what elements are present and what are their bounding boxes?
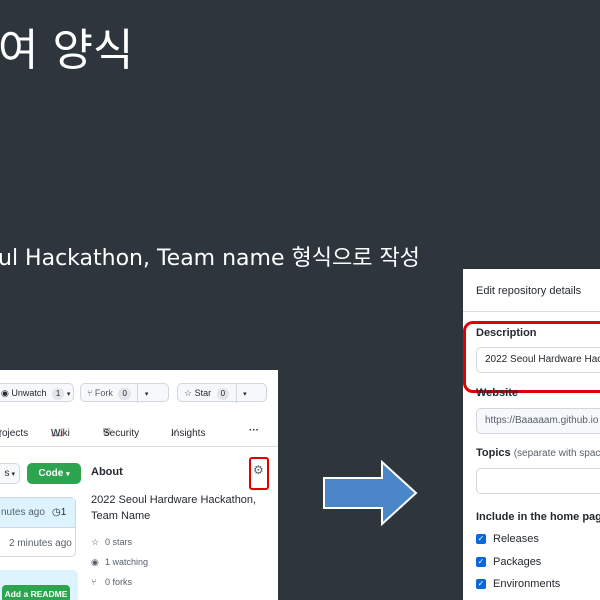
repo-nav: ▦ Projects 📖 Wiki ⛨ Security ⟋ Insights … <box>0 422 278 447</box>
commit-box: nutes ago ◷1 2 minutes ago <box>0 497 76 557</box>
fork-count: 0 <box>118 388 131 400</box>
website-input[interactable]: https://Baaaaam.github.io <box>476 408 600 434</box>
forks-link[interactable]: ⑂ 0 forks <box>91 577 132 587</box>
tab-insights-label: Insights <box>171 428 206 439</box>
fork-button[interactable]: ⑂ Fork 0 ▾ <box>80 383 169 403</box>
tab-projects-label: Projects <box>0 428 29 439</box>
topics-label: Topics (separate with spaces) <box>476 447 600 459</box>
add-readme-button[interactable]: Add a README <box>2 585 70 600</box>
arrow-right-icon <box>323 460 418 526</box>
commit-count: 1 <box>60 507 67 518</box>
topics-input[interactable] <box>476 468 600 494</box>
fork-label: Fork <box>94 388 113 398</box>
history-icon: ◷ <box>52 507 61 518</box>
commit-history-link[interactable]: ◷1 <box>52 507 66 518</box>
file-commit-time: 2 minutes ago <box>9 538 72 549</box>
tab-security-label: Security <box>103 428 140 439</box>
code-button[interactable]: Code ▾ <box>27 463 81 484</box>
chevron-down-icon: ▾ <box>66 471 70 478</box>
code-label: Code <box>38 468 64 479</box>
unwatch-count: 1 <box>51 388 65 400</box>
fork-icon: ⑂ <box>87 388 93 398</box>
divider <box>235 384 237 403</box>
topics-hint: (separate with spaces) <box>513 448 600 459</box>
unwatch-button[interactable]: ◉ Unwatch 1 ▾ <box>0 383 74 402</box>
watching-link[interactable]: ◉ 1 watching <box>91 557 148 568</box>
checkmark-icon: ✓ <box>476 557 486 568</box>
about-description: 2022 Seoul Hardware Hackathon, Team Name <box>91 494 257 522</box>
edit-repository-modal: Edit repository details Description 2022… <box>463 269 600 600</box>
star-icon: ☆ <box>91 537 100 547</box>
commit-time: nutes ago <box>1 507 45 518</box>
checkmark-icon: ✓ <box>476 534 486 545</box>
star-icon: ☆ <box>184 388 193 398</box>
stars-link[interactable]: ☆ 0 stars <box>91 537 132 548</box>
gear-icon[interactable]: ⚙ <box>253 463 264 477</box>
unwatch-label: Unwatch <box>11 388 47 398</box>
packages-checkbox[interactable]: ✓ Packages <box>476 556 541 568</box>
tab-wiki-label: Wiki <box>51 428 70 439</box>
website-label: Website <box>476 387 518 399</box>
star-count: 0 <box>216 388 230 400</box>
checkmark-icon: ✓ <box>476 579 486 590</box>
divider <box>137 384 139 403</box>
modal-divider <box>463 311 600 312</box>
chevron-down-icon: ▾ <box>9 471 15 478</box>
about-heading: About <box>91 466 123 478</box>
releases-label: Releases <box>493 533 539 545</box>
slide-title: 여 양식 <box>0 25 134 76</box>
eye-icon: ◉ <box>1 388 9 398</box>
modal-title: Edit repository details <box>476 285 582 297</box>
chevron-down-icon: ▾ <box>243 391 247 398</box>
stars-count: 0 stars <box>105 537 133 547</box>
chevron-down-icon: ▾ <box>66 391 71 398</box>
forks-count: 0 forks <box>105 577 133 587</box>
watching-count: 1 watching <box>105 557 149 567</box>
eye-icon: ◉ <box>91 557 99 567</box>
environments-checkbox[interactable]: ✓ Environments <box>476 578 560 590</box>
more-menu-button[interactable]: ··· <box>249 425 259 436</box>
chevron-down-icon: ▾ <box>144 391 149 398</box>
star-button[interactable]: ☆ Star 0 ▾ <box>177 383 267 403</box>
description-highlight <box>463 321 600 393</box>
github-repo-screenshot: ◉ Unwatch 1 ▾ ⑂ Fork 0 ▾ ☆ Star 0 ▾ ▦ Pr… <box>0 370 278 600</box>
packages-label: Packages <box>493 556 542 568</box>
branch-button[interactable]: s ▾ <box>0 463 20 484</box>
fork-icon: ⑂ <box>91 577 97 587</box>
include-home-label: Include in the home page <box>476 511 600 523</box>
slide-instruction-text: ul Hackathon, Team name 형식으로 작성 <box>0 246 420 271</box>
topics-label-text: Topics <box>476 447 511 459</box>
environments-label: Environments <box>493 578 561 590</box>
star-label: Star <box>194 388 212 398</box>
releases-checkbox[interactable]: ✓ Releases <box>476 533 539 545</box>
